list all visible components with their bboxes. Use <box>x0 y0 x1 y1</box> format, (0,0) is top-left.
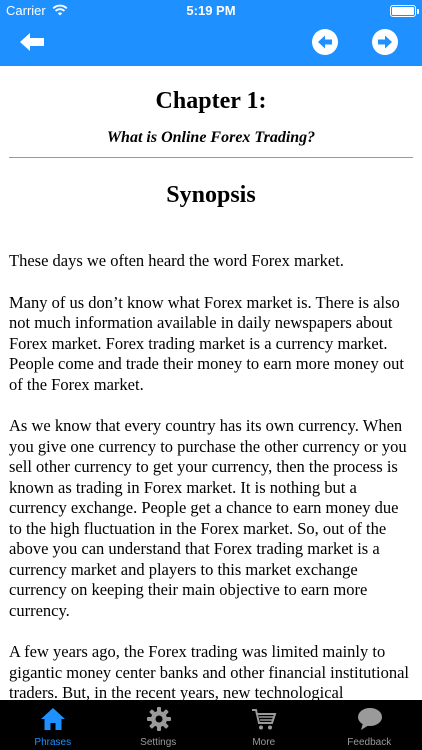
next-chapter-button[interactable] <box>372 29 398 55</box>
battery-icon <box>390 5 419 17</box>
chapter-title: Chapter 1: <box>155 88 267 114</box>
tab-label: Phrases <box>34 737 72 748</box>
back-arrow-icon[interactable] <box>18 30 46 54</box>
speech-bubble-icon <box>357 708 382 730</box>
paragraph: Many of us don’t know what Forex market … <box>9 292 404 394</box>
tab-feedback[interactable]: Feedback <box>317 700 422 750</box>
cart-icon <box>252 709 277 730</box>
status-bar: Carrier 5:19 PM <box>0 0 422 22</box>
chapter-subtitle: What is Online Forex Trading? <box>106 129 316 146</box>
gear-icon <box>146 707 171 731</box>
chapter-content[interactable]: Chapter 1: What is Online Forex Trading?… <box>0 66 422 700</box>
tab-more[interactable]: More <box>211 700 317 750</box>
tab-label: Feedback <box>347 737 392 748</box>
top-bar: Carrier 5:19 PM <box>0 0 422 66</box>
paragraph: A few years ago, the Forex trading was l… <box>9 642 410 700</box>
tab-phrases[interactable]: Phrases <box>0 700 106 750</box>
section-heading: Synopsis <box>166 182 256 208</box>
paragraph: These days we often heard the word Forex… <box>9 251 344 270</box>
tab-bar: Phrases Settings More Feedback <box>0 700 422 750</box>
arrow-left-icon <box>318 35 332 49</box>
tab-settings[interactable]: Settings <box>106 700 212 750</box>
home-icon <box>41 708 65 730</box>
divider <box>9 157 413 158</box>
paragraph: As we know that every country has its ow… <box>9 416 407 620</box>
tab-label: More <box>252 737 276 748</box>
status-time: 5:19 PM <box>186 3 236 18</box>
previous-chapter-button[interactable] <box>312 29 338 55</box>
arrow-right-icon <box>378 35 392 49</box>
tab-label: Settings <box>140 737 177 748</box>
